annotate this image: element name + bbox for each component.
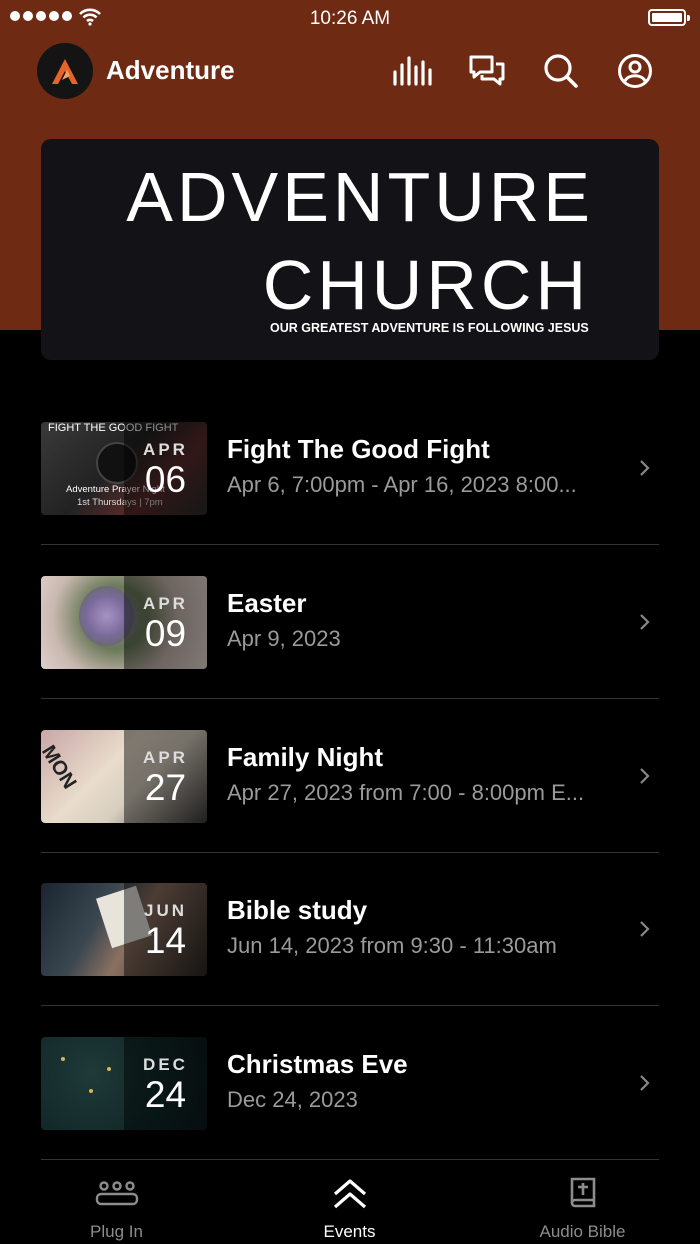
event-thumbnail: DEC 24 <box>41 1037 207 1130</box>
people-group-icon <box>0 1174 233 1214</box>
user-circle-icon <box>618 54 652 88</box>
event-thumbnail: FIGHT THE GOOD FIGHT Adventure Prayer Ni… <box>41 422 207 515</box>
event-date: Dec 24, 2023 <box>227 1087 358 1112</box>
tab-audio-bible[interactable]: Audio Bible <box>466 1160 699 1244</box>
event-list-item[interactable]: APR 09 Easter Apr 9, 2023 <box>41 576 659 729</box>
event-title: Bible study <box>227 895 368 925</box>
event-title: Fight The Good Fight <box>227 434 490 464</box>
date-badge: APR 06 <box>124 422 207 515</box>
event-day: 06 <box>144 459 187 500</box>
divider <box>41 852 659 853</box>
tab-bar: Plug In Events Audio Bible <box>0 1160 700 1244</box>
event-date: Apr 6, 7:00pm - Apr 16, 2023 8:00... <box>227 472 577 497</box>
banner-title-line2: CHURCH <box>262 246 590 324</box>
bible-icon <box>466 1174 699 1214</box>
tab-plug-in[interactable]: Plug In <box>0 1160 233 1244</box>
light-graphic <box>89 1089 93 1093</box>
chat-bubbles-icon <box>469 55 505 86</box>
status-time: 10:26 AM <box>309 8 391 29</box>
event-title: Family Night <box>227 742 384 772</box>
event-thumbnail: MON APR 27 <box>41 730 207 823</box>
audio-bars-button[interactable] <box>392 51 432 91</box>
date-badge: JUN 14 <box>124 883 207 976</box>
date-badge: APR 27 <box>124 730 207 823</box>
event-day: 24 <box>144 1074 187 1115</box>
audio-bars-icon <box>393 56 432 86</box>
tab-label: Events <box>323 1222 376 1241</box>
banner-tagline: OUR GREATEST ADVENTURE IS FOLLOWING JESU… <box>270 321 589 335</box>
event-day: 09 <box>144 613 187 654</box>
search-button[interactable] <box>541 51 581 91</box>
event-month: APR <box>143 748 188 767</box>
chevron-right-icon <box>640 768 650 784</box>
event-date: Apr 27, 2023 from 7:00 - 8:00pm E... <box>227 780 585 805</box>
status-bar: 10:26 AM <box>0 0 700 36</box>
event-day: 14 <box>144 920 187 961</box>
event-day: 27 <box>144 767 187 808</box>
event-thumbnail: APR 09 <box>41 576 207 669</box>
event-list-item[interactable]: MON APR 27 Family Night Apr 27, 2023 fro… <box>41 730 659 883</box>
date-badge: DEC 24 <box>124 1037 207 1130</box>
divider <box>41 1005 659 1006</box>
divider <box>41 698 659 699</box>
banner-title-line1: ADVENTURE <box>126 158 594 236</box>
chevron-right-icon <box>640 614 650 630</box>
battery-icon <box>648 9 690 26</box>
double-chevron-up-icon <box>233 1174 466 1214</box>
event-title: Christmas Eve <box>227 1049 408 1079</box>
event-title: Easter <box>227 588 307 618</box>
search-icon <box>544 54 578 88</box>
event-list-item[interactable]: FIGHT THE GOOD FIGHT Adventure Prayer Ni… <box>41 422 659 575</box>
event-month: JUN <box>143 901 187 920</box>
chevron-right-icon <box>640 1075 650 1091</box>
chevron-right-icon <box>640 921 650 937</box>
app-title: Adventure <box>106 55 235 85</box>
tab-label: Plug In <box>90 1222 143 1241</box>
light-graphic <box>61 1057 65 1061</box>
date-badge: APR 09 <box>124 576 207 669</box>
event-month: APR <box>143 440 188 459</box>
thumb-caption: MON <box>41 741 81 793</box>
event-date: Apr 9, 2023 <box>227 626 341 651</box>
event-month: APR <box>143 594 188 613</box>
chat-button[interactable] <box>467 51 507 91</box>
app-logo[interactable] <box>37 43 93 99</box>
tab-events[interactable]: Events <box>233 1160 466 1244</box>
light-graphic <box>107 1067 111 1071</box>
event-thumbnail: JUN 14 <box>41 883 207 976</box>
divider <box>41 544 659 545</box>
flame-logo-icon <box>52 59 78 84</box>
event-list-item[interactable]: JUN 14 Bible study Jun 14, 2023 from 9:3… <box>41 883 659 1036</box>
profile-button[interactable] <box>615 51 655 91</box>
tab-label: Audio Bible <box>539 1222 626 1241</box>
event-date: Jun 14, 2023 from 9:30 - 11:30am <box>227 933 557 958</box>
event-month: DEC <box>143 1055 188 1074</box>
chevron-right-icon <box>640 460 650 476</box>
